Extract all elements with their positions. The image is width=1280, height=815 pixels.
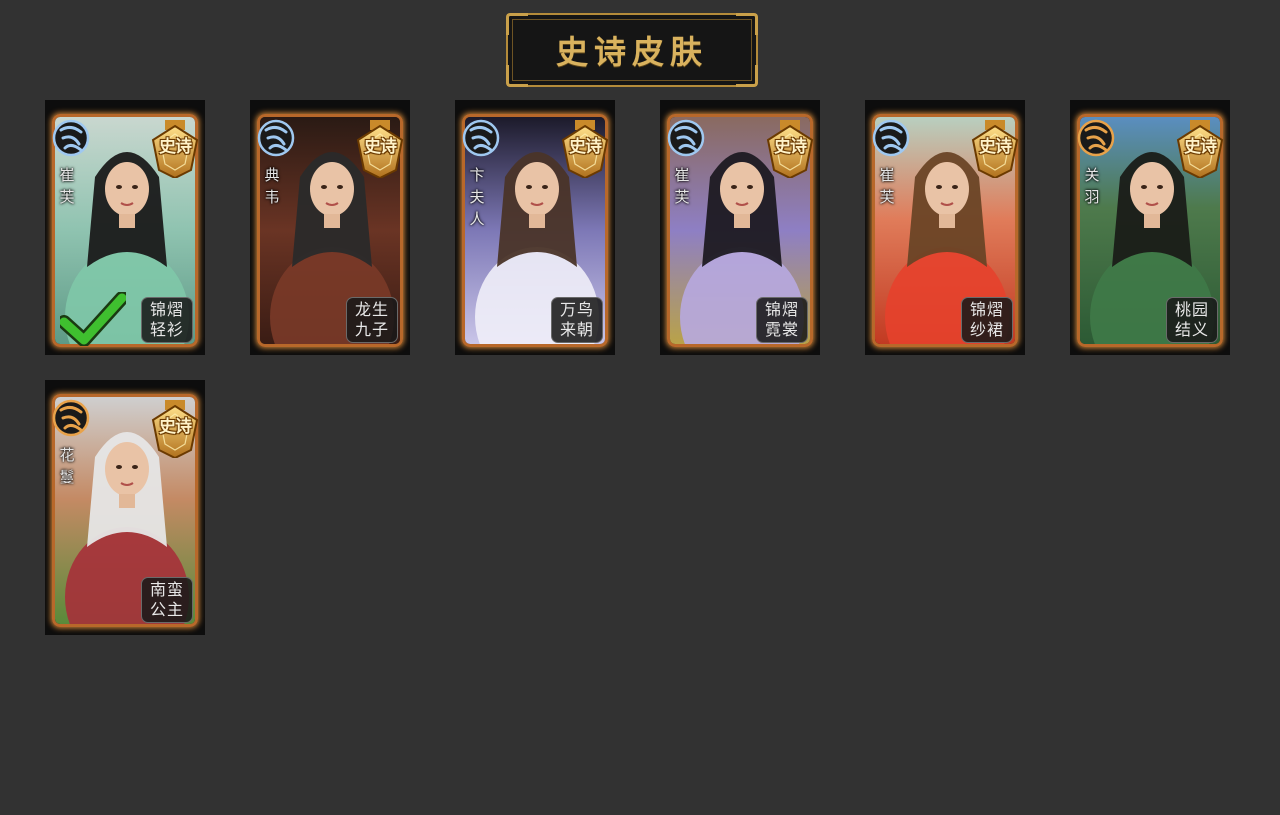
- wei-faction-icon: [51, 118, 91, 158]
- skin-card[interactable]: 史诗 崔芙 锦熠纱裙: [865, 100, 1025, 355]
- epic-badge-label: 史诗: [774, 137, 807, 157]
- page-title: 史诗皮肤: [555, 33, 708, 71]
- selected-check-icon: [60, 292, 126, 346]
- hero-name: 花鬘: [59, 446, 75, 486]
- skin-name-label: 万鸟来朝: [551, 297, 603, 343]
- epic-rarity-badge: 史诗: [971, 120, 1019, 180]
- page-title-plaque: 史诗皮肤: [506, 13, 758, 87]
- skin-name-label: 锦熠轻衫: [141, 297, 193, 343]
- shu-faction-icon: [1076, 118, 1116, 158]
- epic-badge-label: 史诗: [569, 137, 602, 157]
- skin-name-label: 锦熠霓裳: [756, 297, 808, 343]
- wei-faction-icon: [461, 118, 501, 158]
- epic-badge-label: 史诗: [979, 137, 1012, 157]
- hero-name: 卞夫人: [469, 166, 485, 228]
- hero-name: 典韦: [264, 166, 280, 206]
- skin-name-label: 南蛮公主: [141, 577, 193, 623]
- epic-rarity-badge: 史诗: [151, 400, 199, 460]
- wei-faction-icon: [871, 118, 911, 158]
- epic-rarity-badge: 史诗: [766, 120, 814, 180]
- epic-badge-label: 史诗: [159, 137, 192, 157]
- skin-card[interactable]: 史诗 关羽 桃园结义: [1070, 100, 1230, 355]
- hero-name: 崔芙: [879, 166, 895, 206]
- epic-badge-label: 史诗: [364, 137, 397, 157]
- plaque-corner-ornament: [736, 13, 758, 35]
- skin-name-label: 龙生九子: [346, 297, 398, 343]
- plaque-corner-ornament: [506, 13, 528, 35]
- skin-card[interactable]: 史诗 花鬘 南蛮公主: [45, 380, 205, 635]
- wei-faction-icon: [256, 118, 296, 158]
- skin-card[interactable]: 史诗 典韦 龙生九子: [250, 100, 410, 355]
- epic-rarity-badge: 史诗: [561, 120, 609, 180]
- epic-badge-label: 史诗: [1184, 137, 1217, 157]
- wei-faction-icon: [666, 118, 706, 158]
- skin-name-label: 锦熠纱裙: [961, 297, 1013, 343]
- plaque-corner-ornament: [736, 65, 758, 87]
- skin-card[interactable]: 史诗 卞夫人 万鸟来朝: [455, 100, 615, 355]
- hero-name: 关羽: [1084, 166, 1100, 206]
- hero-name: 崔芙: [674, 166, 690, 206]
- epic-badge-label: 史诗: [159, 417, 192, 437]
- hero-name: 崔芙: [59, 166, 75, 206]
- plaque-corner-ornament: [506, 65, 528, 87]
- epic-rarity-badge: 史诗: [151, 120, 199, 180]
- skin-name-label: 桃园结义: [1166, 297, 1218, 343]
- epic-rarity-badge: 史诗: [1176, 120, 1224, 180]
- shu-faction-icon: [51, 398, 91, 438]
- epic-rarity-badge: 史诗: [356, 120, 404, 180]
- skin-card[interactable]: 史诗 崔芙 锦熠轻衫: [45, 100, 205, 355]
- skin-card[interactable]: 史诗 崔芙 锦熠霓裳: [660, 100, 820, 355]
